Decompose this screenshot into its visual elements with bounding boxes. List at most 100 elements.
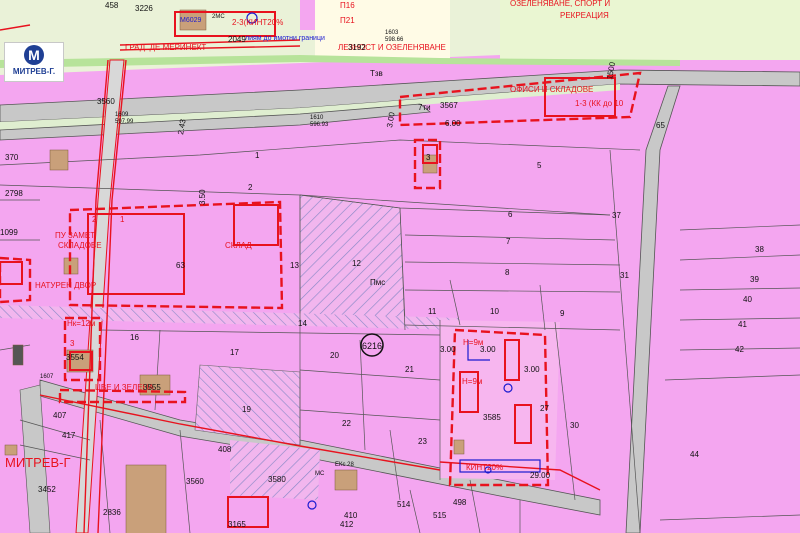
parcel-10: 10 bbox=[490, 307, 499, 316]
zone-h2-label: Н=9м bbox=[462, 377, 482, 386]
point-1610: 1610 bbox=[310, 115, 324, 121]
parcel-417: 417 bbox=[62, 431, 76, 440]
point-1609: 1609 bbox=[115, 112, 129, 118]
zone-n2: 2 bbox=[92, 215, 97, 224]
point-1603-elev: 598.66 bbox=[385, 37, 404, 43]
zone-kint-label: КИНТ20% bbox=[466, 463, 503, 472]
parcel-3560: 3560 bbox=[186, 477, 204, 486]
parcel-408: 408 bbox=[218, 445, 232, 454]
parcel-3165: 3165 bbox=[228, 520, 246, 529]
parcel-3585: 3585 bbox=[483, 413, 501, 422]
dev-area bbox=[440, 320, 560, 480]
parcel-410: 410 bbox=[344, 511, 358, 520]
offset-300d: 3.00 bbox=[524, 365, 540, 374]
brand-logo-icon: M bbox=[24, 45, 44, 65]
parcel-3226: 3226 bbox=[135, 4, 153, 13]
point-1610-elev: 596.93 bbox=[310, 122, 329, 128]
parcel-63: 63 bbox=[176, 261, 185, 270]
parcel-1: 1 bbox=[255, 151, 260, 160]
offset-600: 6.00 bbox=[445, 119, 461, 128]
zone-kk-label: 1-3 (КК до 10 bbox=[575, 99, 624, 108]
parcel-20: 20 bbox=[330, 351, 339, 360]
parcel-11: 11 bbox=[428, 307, 437, 316]
p21-label: П21 bbox=[340, 16, 355, 25]
parcel-13: 13 bbox=[290, 261, 299, 270]
parcel-16: 16 bbox=[130, 333, 139, 342]
zone-n1: 1 bbox=[120, 215, 125, 224]
zone-naturen-label: НАТУРЕН ДВОР bbox=[35, 281, 96, 290]
parcel-514: 514 bbox=[397, 500, 411, 509]
zone-skladove-label: СКЛАДОВЕ bbox=[58, 241, 102, 250]
parcel-2836: 2836 bbox=[103, 508, 121, 517]
parcel-37: 37 bbox=[612, 211, 621, 220]
road-3560-label: 3560 bbox=[97, 97, 115, 106]
parcel-5: 5 bbox=[537, 161, 542, 170]
parcel-7: 7 bbox=[506, 237, 511, 246]
parcel-3: 3 bbox=[426, 153, 431, 162]
cadastral-map[interactable]: 6216 ОЗЕЛЕНЯВАНЕ, СПОРТ И РЕКРЕАЦИЯ ЛЕЗН… bbox=[0, 0, 800, 533]
boundary-note: лиям до имотни граници bbox=[245, 35, 325, 42]
m6029-label: М6029 bbox=[180, 17, 202, 24]
parcel-2049: 2049 bbox=[228, 35, 246, 44]
parcel-30: 30 bbox=[570, 421, 579, 430]
hatched-parcel-12 bbox=[299, 194, 406, 321]
zone-hk-label: Нк=12м bbox=[67, 319, 95, 328]
ms-label: 2МС bbox=[212, 14, 225, 20]
parcel-44: 44 bbox=[690, 450, 699, 459]
sport-zone bbox=[500, 0, 800, 60]
parcel-8: 8 bbox=[505, 268, 510, 277]
zone-sport-label: ОЗЕЛЕНЯВАНЕ, СПОРТ И bbox=[510, 0, 610, 8]
zone-recreation-label: РЕКРЕАЦИЯ bbox=[560, 11, 609, 20]
parcel-3192: 3192 bbox=[348, 43, 366, 52]
zone-offices-label: ОФИСИ И СКЛАДОВЕ bbox=[510, 85, 593, 94]
parcel-3452: 3452 bbox=[38, 485, 56, 494]
ek-label: ЕКс 28 bbox=[335, 462, 355, 468]
point-1603: 1603 bbox=[385, 30, 399, 36]
zone-n3: 3 bbox=[70, 339, 75, 348]
p16-label: П16 bbox=[340, 1, 355, 10]
parcel-40: 40 bbox=[743, 295, 752, 304]
parcel-1099: 1099 bbox=[0, 228, 18, 237]
parcel-1607: 1607 bbox=[40, 374, 54, 380]
parcel-12: 12 bbox=[352, 259, 361, 268]
zone-zamet-label: ПУ ЗАМЕТ bbox=[55, 231, 95, 240]
parcel-22: 22 bbox=[342, 419, 351, 428]
point-1609-elev: 597.99 bbox=[115, 119, 134, 125]
parcel-21: 21 bbox=[405, 365, 414, 374]
parcel-23: 23 bbox=[418, 437, 427, 446]
road-ti-label: 7ти bbox=[418, 103, 431, 112]
parcel-65: 65 bbox=[656, 121, 665, 130]
hatched-parcel-3580 bbox=[230, 440, 320, 500]
watermark-text: МИТРЕВ-Г bbox=[5, 455, 71, 470]
zone-pms-label: Пмс bbox=[370, 278, 385, 287]
parcel-407: 407 bbox=[53, 411, 67, 420]
offset-2900: 29.00 bbox=[530, 471, 551, 480]
parcel-3554: 3554 bbox=[66, 353, 84, 362]
parcel-27: 27 bbox=[540, 404, 549, 413]
parcel-3580: 3580 bbox=[268, 475, 286, 484]
parcel-2: 2 bbox=[248, 183, 253, 192]
public-zone bbox=[315, 0, 450, 62]
parcel-6: 6 bbox=[508, 210, 513, 219]
parcel-515: 515 bbox=[433, 511, 447, 520]
zone-sklad-label: СКЛАД bbox=[225, 241, 252, 250]
parcel-370: 370 bbox=[5, 153, 19, 162]
brand-logo-text: МИТРЕВ-Г. bbox=[12, 67, 56, 76]
ms-label-south: МС bbox=[315, 471, 325, 477]
offset-350: 3.50 bbox=[198, 189, 207, 205]
parcel-39: 39 bbox=[750, 275, 759, 284]
parcel-17: 17 bbox=[230, 348, 239, 357]
parcel-9: 9 bbox=[560, 309, 565, 318]
regulation-label: ГРАД. ДЕ МЕРИНЕКТ bbox=[125, 43, 206, 52]
parcel-3555: 3555 bbox=[143, 383, 161, 392]
parcel-498: 498 bbox=[453, 498, 467, 507]
offset-300b: 3.00 bbox=[440, 345, 456, 354]
brand-logo: M МИТРЕВ-Г. bbox=[4, 42, 64, 82]
road-3567-label: 3567 bbox=[440, 101, 458, 110]
kint-label: 2-3(КИНТ20% bbox=[232, 18, 283, 27]
parcel-42: 42 bbox=[735, 345, 744, 354]
parcel-2798: 2798 bbox=[5, 189, 23, 198]
parcel-14: 14 bbox=[298, 319, 307, 328]
offset-300c: 3.00 bbox=[480, 345, 496, 354]
survey-circle-label: 6216 bbox=[362, 341, 382, 351]
